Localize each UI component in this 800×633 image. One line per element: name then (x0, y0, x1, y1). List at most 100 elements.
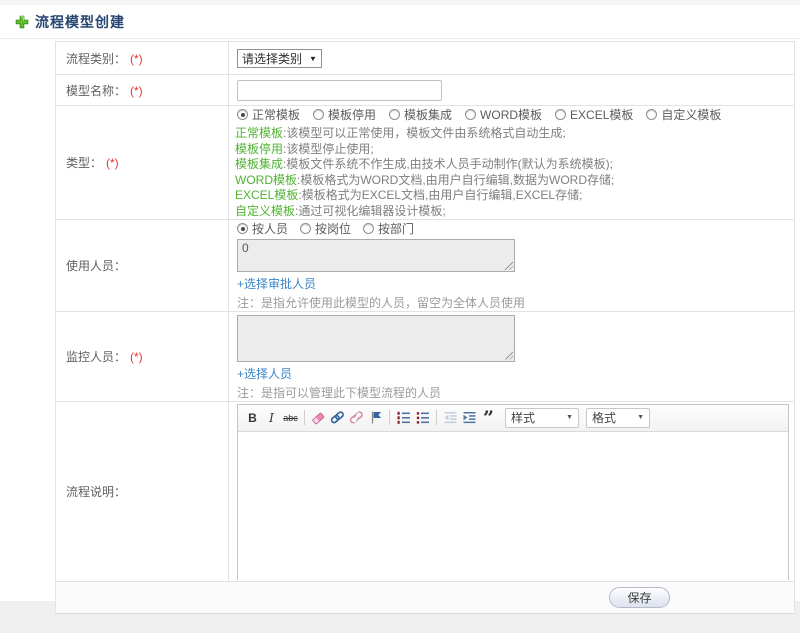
monitors-label-cell: 监控人员： (*) (55, 311, 229, 402)
radio-icon (237, 109, 248, 120)
unlink-icon[interactable] (347, 408, 366, 427)
users-label: 使用人员： (66, 259, 127, 273)
type-required: (*) (106, 156, 119, 170)
desc-term: WORD模板 (235, 172, 297, 187)
radio-label: 自定义模板 (661, 108, 722, 122)
page-title: 流程模型创建 (35, 14, 125, 30)
type-label-cell: 类型： (*) (55, 105, 229, 220)
type-desc-line: 自定义模板:通过可视化编辑器设计模板; (235, 204, 794, 220)
styles-dropdown-label: 样式 (511, 411, 536, 425)
category-select[interactable]: 请选择类别 ▼ (237, 48, 322, 68)
anchor-flag-icon[interactable] (366, 408, 385, 427)
radio-by-department[interactable]: 按部门 (363, 220, 414, 237)
radio-template-disabled[interactable]: 模板停用 (313, 106, 376, 123)
desc-text: :该模型停止使用; (283, 141, 374, 156)
type-desc-line: 模板集成:模板文件系统不作生成,由技术人员手动制作(默认为系统模板); (235, 157, 794, 173)
indent-icon[interactable] (460, 408, 479, 427)
radio-icon (465, 109, 477, 120)
name-label: 模型名称： (66, 83, 127, 98)
radio-excel-template[interactable]: EXCEL模板 (555, 106, 633, 123)
remove-format-icon[interactable] (309, 408, 328, 427)
desc-text: :该模型可以正常使用，模板文件由系统格式自动生成; (283, 126, 566, 140)
radio-icon (313, 109, 325, 120)
radio-label: 模板停用 (328, 108, 377, 122)
format-dropdown-label: 格式 (592, 411, 617, 425)
monitors-content-cell: +选择人员 注：是指可以管理此下模型流程的人员 (228, 311, 795, 402)
bulleted-list-icon[interactable] (413, 408, 432, 427)
strikethrough-icon[interactable] (281, 408, 300, 427)
users-label-cell: 使用人员： (55, 219, 229, 312)
radio-template-integrated[interactable]: 模板集成 (389, 106, 452, 123)
monitors-note: 注：是指可以管理此下模型流程的人员 (237, 385, 442, 400)
content-area: 流程模型创建 流程类别： (*) 请选择类别 ▼ 模型名称： (*) 类型： (… (0, 0, 800, 614)
desc-text: :模板格式为EXCEL文档,由用户自行编辑,EXCEL存储; (298, 188, 583, 202)
bold-icon[interactable] (243, 408, 262, 427)
monitors-textarea[interactable] (237, 314, 515, 362)
radio-label: 按部门 (378, 222, 415, 236)
rich-text-editor: 样式 ▼ 格式 ▼ (237, 403, 789, 580)
page-header: 流程模型创建 (0, 5, 800, 39)
dropdown-caret-icon: ▼ (566, 414, 573, 421)
dropdown-caret-icon: ▼ (637, 414, 644, 421)
description-label-cell: 流程说明： (55, 401, 229, 582)
format-dropdown[interactable]: 格式 ▼ (586, 407, 650, 428)
type-content-cell: 正常模板 模板停用 模板集成 WORD模板 EXCEL模板 自定义模板 正常模板… (228, 105, 795, 220)
desc-term: 自定义模板 (235, 203, 296, 218)
link-icon[interactable] (328, 408, 347, 427)
desc-text: :模板文件系统不作生成,由技术人员手动制作(默认为系统模板); (283, 157, 614, 171)
radio-icon (389, 109, 401, 120)
radio-icon (363, 223, 375, 234)
select-people-link[interactable]: +选择人员 (237, 365, 292, 382)
desc-text: :模板格式为WORD文档,由用户自行编辑,数据为WORD存储; (297, 172, 615, 187)
radio-icon (237, 223, 248, 234)
desc-term: 模板停用 (235, 141, 284, 156)
monitors-label: 监控人员： (66, 350, 127, 364)
users-textarea[interactable]: 0 (237, 239, 515, 272)
desc-term: 模板集成 (235, 157, 284, 171)
process-model-form: 流程类别： (*) 请选择类别 ▼ 模型名称： (*) 类型： (*) 正常模板… (55, 41, 795, 582)
editor-content-area[interactable] (238, 431, 788, 580)
editor-toolbar: 样式 ▼ 格式 ▼ (238, 404, 788, 432)
row-category: 流程类别： (*) 请选择类别 ▼ (55, 41, 795, 75)
name-required: (*) (130, 83, 143, 98)
type-desc-line: EXCEL模板:模板格式为EXCEL文档,由用户自行编辑,EXCEL存储; (235, 188, 794, 204)
radio-word-template[interactable]: WORD模板 (465, 106, 542, 123)
italic-icon[interactable] (262, 408, 281, 427)
category-label: 流程类别： (66, 51, 127, 66)
footer-bar: 保存 (55, 582, 795, 614)
toolbar-separator (304, 410, 305, 425)
blockquote-icon[interactable] (479, 408, 498, 427)
radio-by-position[interactable]: 按岗位 (300, 220, 351, 237)
styles-dropdown[interactable]: 样式 ▼ (505, 407, 579, 428)
toolbar-separator (389, 410, 390, 425)
process-model-create-page: 流程模型创建 流程类别： (*) 请选择类别 ▼ 模型名称： (*) 类型： (… (0, 0, 800, 633)
desc-term: 正常模板 (235, 126, 284, 140)
radio-label: 模板集成 (404, 108, 453, 122)
row-type: 类型： (*) 正常模板 模板停用 模板集成 WORD模板 EXCEL模板 自定义… (55, 105, 795, 220)
radio-label: 按人员 (252, 222, 289, 236)
row-users: 使用人员： 按人员 按岗位 按部门 0 +选择审批人员 注：是指允许使用此模型的… (55, 219, 795, 312)
desc-term: EXCEL模板 (235, 188, 299, 202)
radio-normal-template[interactable]: 正常模板 (237, 106, 300, 123)
select-approvers-link[interactable]: +选择审批人员 (237, 275, 316, 292)
radio-custom-template[interactable]: 自定义模板 (646, 106, 721, 123)
radio-label: EXCEL模板 (570, 108, 634, 122)
select-caret-icon: ▼ (309, 53, 317, 63)
radio-by-person[interactable]: 按人员 (237, 220, 288, 237)
description-label: 流程说明： (66, 485, 127, 499)
numbered-list-icon[interactable] (394, 408, 413, 427)
save-button[interactable]: 保存 (609, 587, 670, 608)
model-name-input[interactable] (237, 79, 442, 101)
row-model-name: 模型名称： (*) (55, 74, 795, 106)
row-monitors: 监控人员： (*) +选择人员 注：是指可以管理此下模型流程的人员 (55, 311, 795, 402)
users-note: 注：是指允许使用此模型的人员，留空为全体人员使用 (237, 296, 526, 310)
users-content-cell: 按人员 按岗位 按部门 0 +选择审批人员 注：是指允许使用此模型的人员，留空为… (228, 219, 795, 312)
type-desc-line: 模板停用:该模型停止使用; (235, 142, 794, 158)
desc-text: :通过可视化编辑器设计模板; (295, 203, 446, 218)
outdent-icon[interactable] (441, 408, 460, 427)
name-content-cell (228, 74, 795, 106)
type-desc-line: 正常模板:该模型可以正常使用，模板文件由系统格式自动生成; (235, 126, 794, 142)
type-descriptions: 正常模板:该模型可以正常使用，模板文件由系统格式自动生成; 模板停用:该模型停止… (235, 126, 794, 219)
category-content-cell: 请选择类别 ▼ (228, 41, 795, 75)
name-label-cell: 模型名称： (*) (55, 74, 229, 106)
